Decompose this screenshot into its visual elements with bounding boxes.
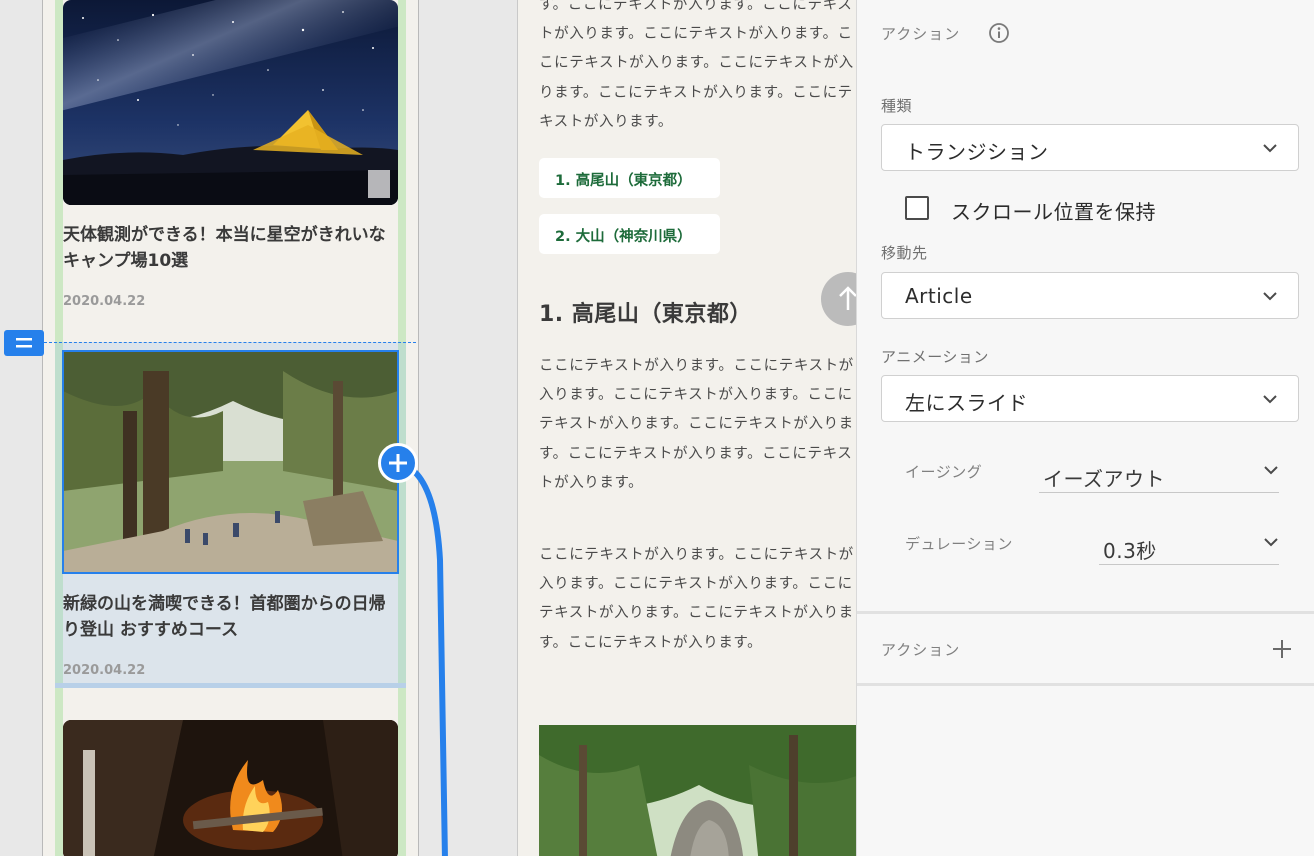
type-label: 種類 [881,97,913,115]
section-divider [857,683,1314,686]
animation-label: アニメーション [881,348,989,366]
animation-dropdown-value: 左にスライド [905,391,1028,415]
duration-dropdown[interactable]: 0.3秒 [1099,529,1279,565]
easing-dropdown-value: イーズアウト [1043,467,1165,491]
section-divider [857,611,1314,614]
duration-label: デュレーション [905,535,1013,553]
easing-dropdown[interactable]: イーズアウト [1039,457,1279,493]
duration-dropdown-value: 0.3秒 [1103,539,1157,563]
plus-icon [389,454,407,472]
add-action-plus-icon[interactable] [1271,638,1293,660]
animation-dropdown[interactable]: 左にスライド [881,375,1299,422]
destination-dropdown[interactable]: Article [881,272,1299,319]
design-canvas[interactable]: 天体観測ができる！本当に星空がきれいなキャンプ場10選 2020.04.22 新… [0,0,856,856]
prototype-connector-handle[interactable] [378,443,418,483]
preserve-scroll-label[interactable]: スクロール位置を保持 [951,196,1156,225]
destination-label: 移動先 [881,244,928,262]
chevron-down-icon [1263,292,1277,301]
chevron-down-icon [1263,144,1277,153]
info-icon[interactable] [988,22,1010,44]
prototype-wire[interactable] [0,0,856,856]
easing-label: イージング [905,463,983,481]
action-section-title: アクション [881,25,961,43]
chevron-down-icon [1264,538,1278,547]
prototype-property-inspector: アクション 種類 トランジション スクロール位置を保持 移動先 Article … [856,0,1314,856]
destination-dropdown-value: Article [905,284,973,308]
type-dropdown[interactable]: トランジション [881,124,1299,171]
preserve-scroll-checkbox[interactable] [905,196,929,220]
chevron-down-icon [1264,466,1278,475]
add-action-section-title: アクション [881,641,961,659]
type-dropdown-value: トランジション [905,140,1049,164]
chevron-down-icon [1263,395,1277,404]
